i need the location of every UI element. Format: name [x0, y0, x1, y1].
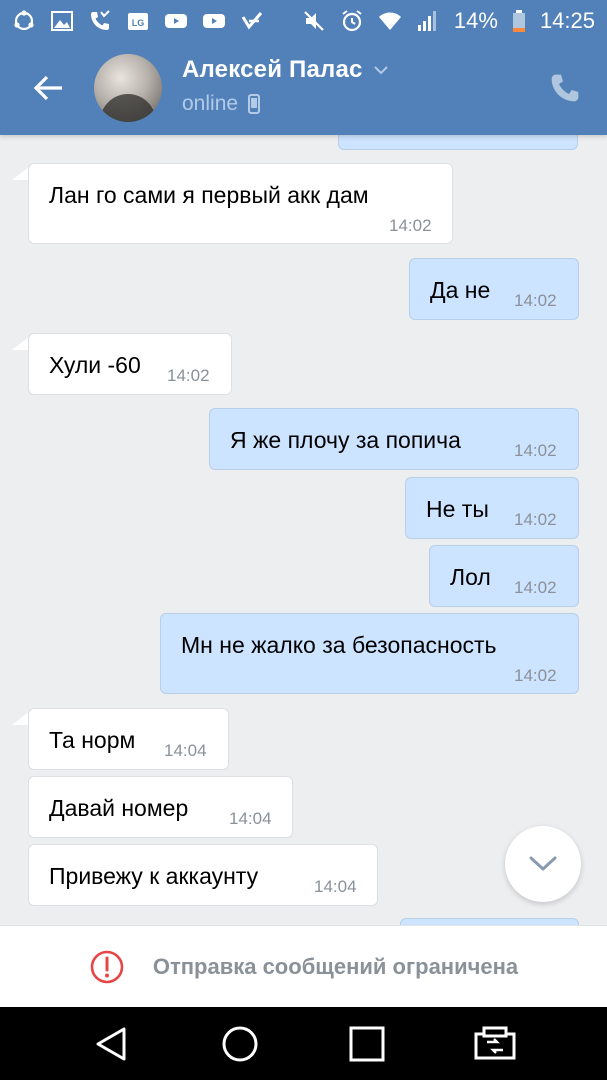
dual-window-icon — [474, 1026, 516, 1059]
navigation-bar — [0, 1007, 607, 1080]
message-time: 14:04 — [229, 809, 272, 828]
battery-low-icon — [512, 9, 526, 33]
nav-recents-button[interactable] — [342, 1019, 392, 1069]
phone-icon — [551, 74, 579, 102]
message-time: 14:02 — [514, 441, 557, 460]
youtube-icon — [164, 9, 188, 33]
youtube-icon — [202, 9, 226, 33]
back-button[interactable] — [30, 70, 66, 106]
mobile-device-icon — [248, 94, 261, 114]
contact-name-text: Алексей Палас — [182, 56, 363, 83]
message-list[interactable]: Лан го сами я первый акк дам 14:02 Да не… — [0, 0, 607, 925]
home-circle-icon — [222, 1026, 258, 1061]
message-time: 14:02 — [514, 578, 557, 597]
lg-icon: LG — [126, 9, 150, 33]
status-bar: LG 14% 14:25 — [0, 0, 607, 42]
message-text: Привежу к аккаунту — [49, 863, 259, 889]
top-bar: LG 14% 14:25 Алексей Палас online — [0, 0, 607, 135]
message-time: 14:02 — [167, 366, 210, 385]
message-time: 14:02 — [389, 216, 432, 235]
contact-status: online — [182, 92, 261, 116]
back-triangle-icon — [96, 1027, 126, 1060]
call-button[interactable] — [549, 72, 581, 104]
message-text: Да не — [430, 277, 491, 303]
missed-call-icon — [88, 9, 112, 33]
battery-percent: 14% — [453, 8, 498, 33]
avatar[interactable] — [94, 54, 162, 122]
contact-name[interactable]: Алексей Палас — [182, 56, 389, 84]
wifi-icon — [378, 9, 402, 33]
arrow-left-icon — [33, 75, 62, 101]
svg-text:LG: LG — [132, 18, 145, 28]
scroll-to-bottom-button[interactable] — [505, 826, 581, 902]
nav-back-button[interactable] — [87, 1019, 137, 1069]
message-text: Та норм — [49, 727, 136, 753]
nav-dual-window-button[interactable] — [470, 1019, 520, 1069]
chevron-down-icon — [529, 856, 557, 871]
signal-icon — [416, 9, 440, 33]
message-text: Хули -60 — [49, 352, 141, 378]
nav-home-button[interactable] — [215, 1019, 265, 1069]
message-text: Лан го сами я первый акк дам — [49, 182, 369, 208]
image-icon — [50, 9, 74, 33]
alarm-icon — [340, 9, 364, 33]
checkmark-app-icon — [240, 9, 264, 33]
message-text: Я же плочу за попича — [230, 427, 461, 453]
message-text: Лол — [450, 564, 491, 590]
recents-square-icon — [349, 1026, 385, 1061]
message-time: 14:04 — [164, 741, 207, 760]
mute-icon — [302, 9, 326, 33]
message-time: 14:02 — [514, 291, 557, 310]
warning-icon — [90, 950, 124, 983]
message-time: 14:02 — [514, 666, 557, 685]
messaging-restricted-notice: Отправка сообщений ограничена — [0, 925, 607, 1007]
clock: 14:25 — [539, 8, 595, 33]
message-text: Давай номер — [49, 795, 189, 821]
restricted-text: Отправка сообщений ограничена — [152, 953, 519, 979]
chat-header: Алексей Палас online — [0, 42, 607, 135]
message-time: 14:02 — [514, 510, 557, 529]
message-text: Мн не жалко за безопасность — [181, 632, 497, 658]
sync-icon — [12, 9, 36, 33]
contact-status-text: online — [182, 92, 239, 115]
message-text: Не ты — [426, 496, 489, 522]
message-time: 14:04 — [314, 877, 357, 896]
chevron-down-icon — [373, 66, 388, 75]
